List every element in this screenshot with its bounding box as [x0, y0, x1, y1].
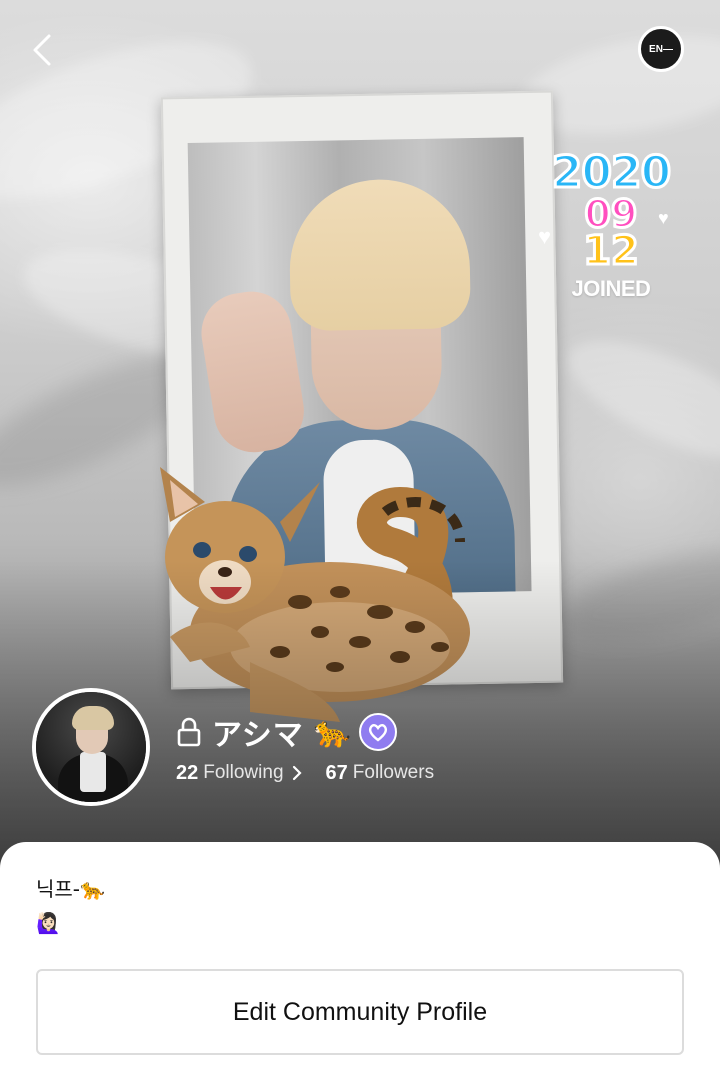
- verified-badge-icon[interactable]: [359, 713, 398, 751]
- photo-hand: [195, 285, 310, 458]
- edit-community-profile-button[interactable]: Edit Community Profile: [36, 969, 684, 1055]
- followers-count: 67: [325, 761, 348, 784]
- follow-stats: 22 Following 67 Followers: [176, 760, 434, 786]
- bio-line: 닉프-🐆: [36, 877, 105, 901]
- joined-date-sticker: 2020 09 12 JOINED ♥ ♥: [536, 147, 686, 320]
- profile-nickname: アシマ: [212, 718, 304, 753]
- bio-line: 🙋🏻‍♀️: [36, 911, 61, 935]
- avatar-collar: [80, 752, 106, 792]
- community-icon[interactable]: EN—: [638, 26, 684, 72]
- heart-check-icon: [369, 724, 388, 742]
- heart-icon: ♥: [658, 208, 669, 228]
- avatar[interactable]: [32, 688, 150, 806]
- photo-hair: [288, 178, 471, 332]
- followers-label: Followers: [352, 762, 435, 783]
- joined-day: 12: [582, 228, 641, 274]
- following-label: Following: [203, 762, 284, 783]
- leopard-emoji: 🐆: [313, 715, 352, 749]
- following-count: 22: [176, 761, 199, 784]
- joined-year: 2020: [550, 147, 672, 198]
- community-badge-label: EN—: [649, 43, 673, 55]
- community-profile-screen: 2020 09 12 JOINED ♥ ♥ EN— アシマ 🐆 22 Follo…: [0, 0, 720, 1085]
- followers-link[interactable]: 67 Followers: [326, 762, 435, 785]
- profile-bio: 닉프-🐆 🙋🏻‍♀️: [36, 872, 105, 940]
- avatar-hair: [72, 706, 114, 730]
- lock-icon: [177, 717, 201, 747]
- heart-icon: ♥: [538, 224, 552, 249]
- profile-name-row: アシマ 🐆: [176, 708, 398, 756]
- fabric-fold: [553, 317, 720, 483]
- back-button[interactable]: [22, 28, 62, 72]
- chevron-left-icon: [33, 34, 51, 66]
- profile-details-sheet: 닉프-🐆 🙋🏻‍♀️ Edit Community Profile: [0, 842, 720, 1085]
- joined-label: JOINED: [571, 276, 651, 301]
- chevron-right-icon: [292, 765, 302, 781]
- following-link[interactable]: 22 Following: [176, 762, 326, 785]
